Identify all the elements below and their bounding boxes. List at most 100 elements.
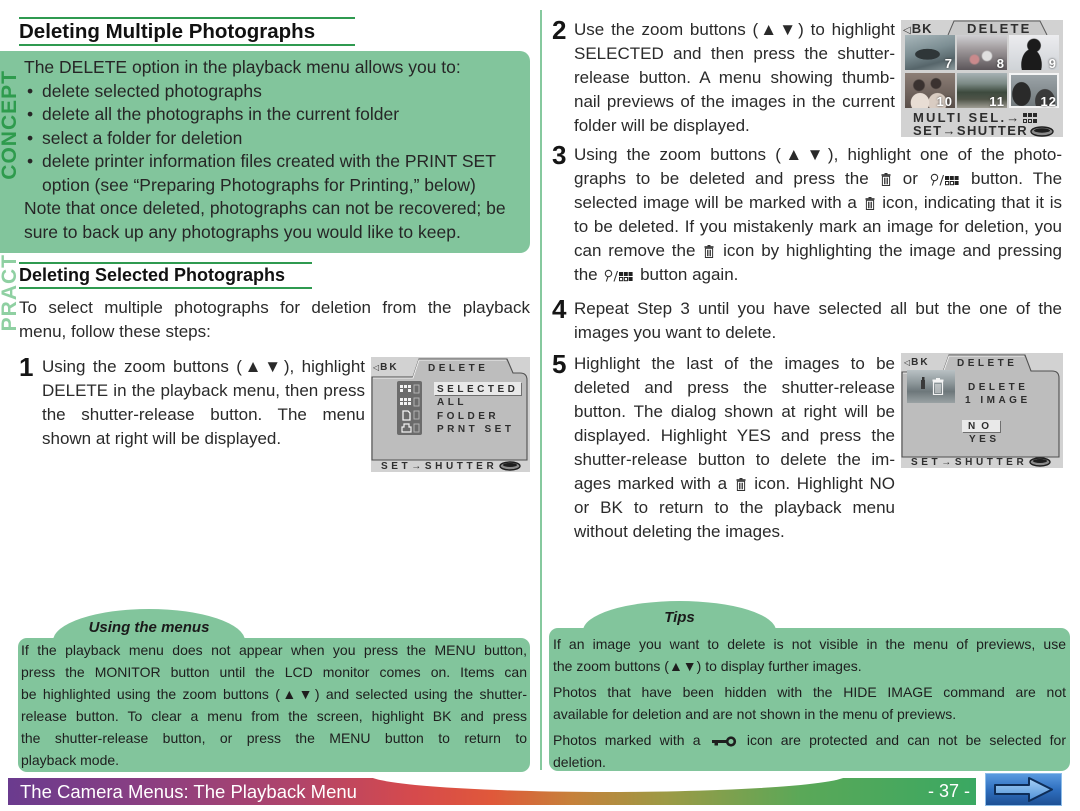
trash-icon [704, 245, 714, 258]
thumbnail-number: 10 [936, 94, 953, 108]
tips-callout: If an image you want to delete is not vi… [549, 628, 1070, 771]
thumbnail: 7 [905, 35, 955, 70]
footer-label: SET→SHUTTER [381, 461, 498, 472]
text-line: SELECTED and then press the shutter- [574, 44, 895, 63]
section-title-link[interactable]: The Camera Menus: The Playback Menu [20, 778, 357, 805]
text-line: deletion. [553, 753, 606, 770]
trash-icon [736, 478, 746, 491]
step-number: 4 [552, 294, 567, 324]
screen-title: DELETE [967, 21, 1032, 36]
text-line: nail previews of the images in the curre… [574, 92, 895, 111]
screen-footer: SET→SHUTTER [381, 461, 523, 472]
thumbnail-number: 9 [1048, 56, 1057, 70]
step-text: Highlight the last of the images to be de… [574, 352, 895, 544]
thumbnail: 9 [1009, 35, 1059, 70]
concept-intro: The DELETE option in the playback menu a… [24, 57, 461, 77]
bullet-icon: • [27, 151, 34, 171]
text-line: Using the zoom buttons (▲▼), highlight o… [574, 145, 1062, 164]
page-title: Deleting Multiple Photographs [19, 17, 355, 46]
selected-image-thumbnail [907, 370, 955, 403]
step-text: Use the zoom buttons (▲▼) to highlight SE… [574, 18, 895, 138]
tip-paragraph: Photos that have been hidden with the HI… [553, 682, 1066, 725]
dialog-message: DELETE [968, 382, 1029, 393]
trash-icon [881, 173, 891, 186]
back-button: ◁BK [373, 362, 399, 373]
text-line: delete printer information files created… [42, 151, 496, 171]
intro-paragraph: To select multiple photographs for delet… [19, 296, 530, 344]
menu-option: FOLDER [437, 411, 500, 422]
dialog-option: YES [969, 434, 1000, 445]
step-number: 1 [19, 352, 34, 382]
text-line: be highlighted using the zoom buttons (▲… [21, 686, 527, 702]
text-line: without deleting the images. [574, 522, 785, 541]
section-heading: Deleting Selected Photographs [19, 262, 312, 289]
practice-side-label: PRACT [0, 254, 21, 332]
step-text: Using the zoom buttons (▲▼), highlight DE… [42, 355, 365, 451]
thumbnail-number: 7 [944, 56, 953, 70]
text-line: To select multiple photographs for delet… [19, 298, 530, 317]
back-label: BK [911, 21, 933, 36]
text-line: to be deleted. If you mistakenly mark an… [574, 217, 1062, 236]
next-page-button[interactable] [985, 773, 1062, 806]
text-line: button. The dialog shown at right will b… [574, 402, 895, 421]
step-number: 3 [552, 140, 567, 170]
callout-tab: Using the menus [53, 609, 245, 641]
text-line: displayed. Highlight YES and press the [574, 426, 895, 445]
screen-title: DELETE [428, 363, 489, 374]
menu-option: PRNT SET [437, 424, 515, 435]
step-number: 5 [552, 349, 567, 379]
page-number: - 37 - [927, 781, 970, 801]
callout-text: If the playback menu does not appear whe… [21, 639, 527, 771]
text-line: Note that once deleted, photographs can … [24, 198, 506, 218]
back-button: ◁BK [904, 357, 930, 368]
text-line: Using the zoom buttons (▲▼), highlight [42, 357, 365, 376]
concept-side-label: CONCEPT [0, 70, 21, 180]
callout-tab: Tips [583, 601, 776, 631]
text-line: can remove the icon by highlighting the … [574, 241, 1062, 260]
bullet-item: • delete selected photographs [24, 80, 528, 104]
text-line: sure to back up any photographs you woul… [24, 221, 461, 242]
text-line: press the MONITOR button until the LCD m… [21, 664, 527, 680]
back-label: BK [911, 357, 930, 368]
concept-box: The DELETE option in the playback menu a… [0, 51, 530, 253]
using-menus-callout: If the playback menu does not appear whe… [18, 638, 530, 772]
footer-label: SET→SHUTTER [913, 123, 1029, 137]
back-arrow-icon: ◁ [373, 363, 380, 372]
text-line: or BK to return to the playback menu [574, 498, 895, 517]
footer-label: SET→SHUTTER [911, 457, 1028, 468]
text-line: release button. To clear a menu from the… [21, 708, 527, 724]
text-line: If an image you want to delete is not vi… [553, 636, 1066, 652]
bullet-text: delete selected photographs [42, 80, 528, 104]
text-line: DELETE in the playback menu, then press [42, 381, 365, 400]
text-line: the zoom buttons (▲▼) to display further… [553, 657, 862, 674]
text-line: available for deletion and are not shown… [553, 705, 957, 722]
text-line: folder will be displayed. [574, 116, 750, 135]
trash-icon [932, 378, 944, 395]
tip-paragraph: Photos marked with a icon are protected … [553, 730, 1066, 773]
trash-icon [865, 197, 875, 210]
screen-title: DELETE [957, 358, 1018, 369]
thumbnail-menu-screen: ◁BK DELETE 7 8 9 10 11 12 MULTI SEL.→ SE… [901, 20, 1063, 137]
shutter-button-icon [499, 461, 521, 471]
text-line: Photos marked with a icon are protected … [553, 732, 1067, 748]
text-line: images you want to delete. [574, 323, 777, 342]
column-divider [540, 10, 542, 770]
footer-swoosh [368, 778, 848, 792]
text-line: selected image will be marked with a ico… [574, 193, 1063, 212]
confirm-delete-screen: ◁BK DELETE DELETE 1 IMAGE NO YES SET→SHU… [901, 353, 1063, 468]
text-line: If the playback menu does not appear whe… [21, 642, 527, 658]
lcd-panel [371, 358, 528, 461]
screen-footer: SET→SHUTTER [911, 457, 1053, 468]
step-number: 2 [552, 15, 567, 45]
bullet-icon: • [27, 104, 34, 124]
text-line: release button. A menu showing thumb- [574, 68, 895, 87]
shutter-button-icon [1029, 457, 1051, 467]
right-arrow-icon [985, 773, 1062, 806]
menu-option: ALL [437, 397, 467, 408]
concept-text: The DELETE option in the playback menu a… [24, 56, 528, 244]
delete-menu-screen: ◁BK DELETE SELECTED ALL FOLDER PRNT SET … [371, 357, 530, 472]
text-line: the button again. [574, 265, 739, 284]
text-line: Use the zoom buttons (▲▼) to highlight [574, 20, 895, 39]
delete-options-icon-column [397, 381, 422, 435]
bullet-text: delete all the photographs in the curren… [42, 103, 528, 127]
